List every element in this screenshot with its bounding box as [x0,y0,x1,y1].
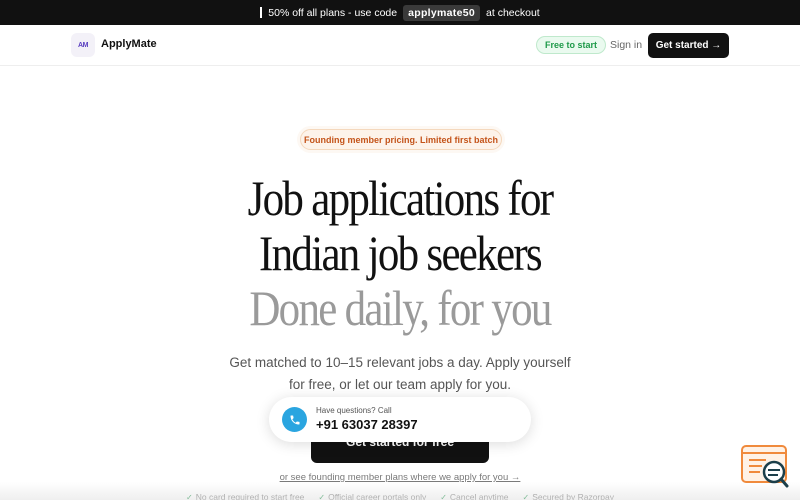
free-to-start-badge: Free to start [536,36,607,54]
trust-item: ✓ No card required to start free [186,492,305,500]
logo-icon[interactable]: AM [71,33,95,57]
subtitle-line-2: for free, or let our team apply for you. [288,377,512,392]
site-header: AM ApplyMate Free to start Sign in Get s… [0,25,800,66]
check-icon: ✓ [440,492,447,500]
header-get-started-button[interactable]: Get started → [648,33,729,58]
check-icon: ✓ [186,492,193,500]
headline-line-3: Done daily, for you [249,280,552,336]
call-card[interactable]: Have questions? Call +91 63037 28397 [269,397,531,442]
promo-suffix: at checkout [486,6,540,19]
brand-name[interactable]: ApplyMate [101,38,157,50]
sign-in-link[interactable]: Sign in [610,39,642,51]
trust-item: ✓ Cancel anytime [440,492,509,500]
help-widget-icon[interactable] [740,444,790,490]
founding-pricing-badge: Founding member pricing. Limited first b… [300,129,502,150]
promo-prefix: 50% off all plans - use code [268,6,398,19]
headline-line-1: Job applications for [247,170,554,226]
trust-strip: ✓ No card required to start free ✓ Officia… [0,492,800,500]
promo-banner: 50% off all plans - use code applymate50… [0,0,800,25]
check-icon: ✓ [522,492,530,500]
call-label: Have questions? Call [316,406,392,415]
trust-item: ✓ Secured by Razorpay [522,492,614,500]
call-number[interactable]: +91 63037 28397 [316,417,418,432]
headline-line-2: Indian job seekers [259,225,543,281]
check-icon: ✓ [318,492,326,500]
founding-plans-link[interactable]: or see founding member plans where we ap… [0,472,800,483]
promo-code: applymate50 [403,4,481,21]
subtitle-line-1: Get matched to 10–15 relevant jobs a day… [229,355,571,370]
phone-icon [282,407,307,432]
hero-subtitle: Get matched to 10–15 relevant jobs a day… [200,352,600,396]
founding-plans-link-text[interactable]: or see founding member plans where we ap… [280,472,521,483]
promo-marker-icon [260,7,263,18]
trust-item: ✓ Official career portals only [318,492,427,500]
logo-mark: AM [78,41,88,49]
